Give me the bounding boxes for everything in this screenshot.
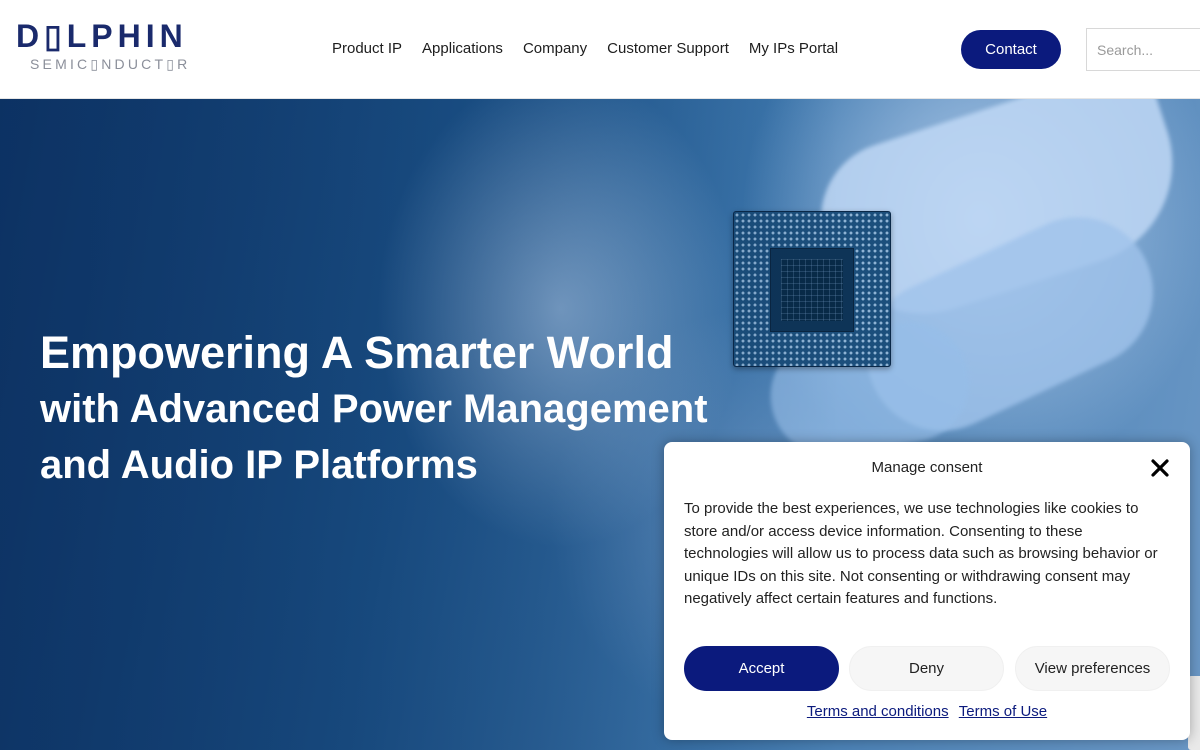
terms-of-use-link[interactable]: Terms of Use [959, 703, 1047, 720]
logo-wordmark: D▯LPHIN [16, 18, 188, 54]
hero-heading-line1: Empowering A Smarter World [40, 327, 674, 378]
view-preferences-button[interactable]: View preferences [1015, 646, 1170, 691]
nav-item-product-ip[interactable]: Product IP [322, 38, 412, 60]
close-icon[interactable] [1150, 458, 1170, 478]
nav-item-my-ips-portal[interactable]: My IPs Portal [739, 38, 848, 60]
consent-links: Terms and conditions Terms of Use [664, 703, 1190, 721]
nav-item-customer-support[interactable]: Customer Support [597, 38, 739, 60]
nav-item-applications[interactable]: Applications [412, 38, 513, 60]
terms-and-conditions-link[interactable]: Terms and conditions [807, 703, 949, 720]
logo-subtitle: SEMIC▯NDUCT▯R [30, 56, 191, 72]
dolphin-logo[interactable]: D▯LPHIN SEMIC▯NDUCT▯R [16, 18, 216, 78]
hero-heading-line2: with Advanced Power Management [40, 387, 708, 431]
consent-title: Manage consent [871, 459, 983, 476]
deny-button[interactable]: Deny [849, 646, 1004, 691]
consent-body-text: To provide the best experiences, we use … [684, 500, 1158, 607]
consent-dialog: Manage consent To provide the best exper… [664, 442, 1190, 740]
contact-button[interactable]: Contact [961, 30, 1061, 69]
search-input[interactable] [1086, 28, 1200, 71]
main-nav: Product IP Applications Company Customer… [322, 38, 848, 60]
nav-item-company[interactable]: Company [513, 38, 597, 60]
accept-button[interactable]: Accept [684, 646, 839, 691]
site-header: D▯LPHIN SEMIC▯NDUCT▯R Product IP Applica… [0, 0, 1200, 99]
